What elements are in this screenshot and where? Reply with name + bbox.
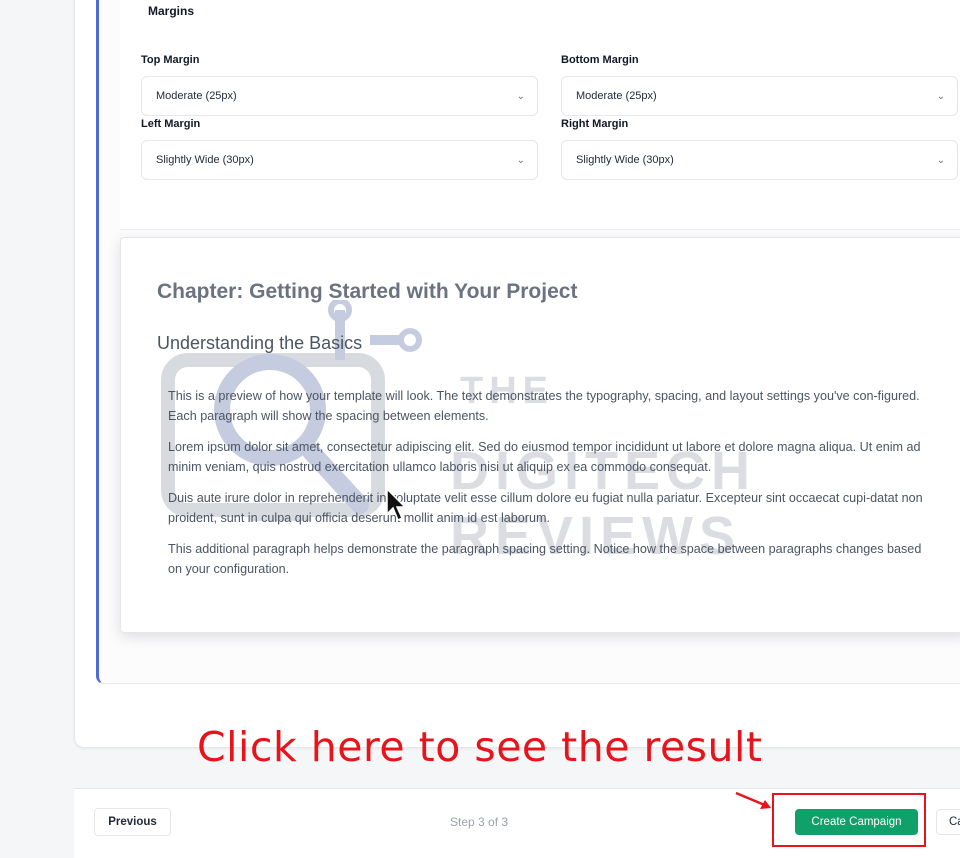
- annotation-highlight-box: [772, 793, 926, 847]
- previous-button[interactable]: Previous: [94, 808, 171, 836]
- step-indicator: Step 3 of 3: [450, 815, 509, 829]
- top-margin-label: Top Margin: [141, 54, 200, 66]
- preview-paragraph: This additional paragraph helps demonstr…: [168, 542, 922, 576]
- chevron-down-icon: ⌄: [516, 154, 525, 166]
- top-margin-value: Moderate (25px): [156, 90, 237, 102]
- bottom-margin-label: Bottom Margin: [561, 54, 639, 66]
- preview-paragraph: Lorem ipsum dolor sit amet, consectetur …: [168, 440, 921, 474]
- mouse-cursor-icon: [386, 488, 407, 522]
- chevron-down-icon: ⌄: [936, 154, 945, 166]
- annotation-text: Click here to see the result: [197, 723, 763, 771]
- left-margin-value: Slightly Wide (30px): [156, 154, 254, 166]
- right-margin-select[interactable]: Slightly Wide (30px) ⌄: [561, 140, 958, 180]
- chevron-down-icon: ⌄: [936, 90, 945, 102]
- preview-heading: Chapter: Getting Started with Your Proje…: [157, 280, 578, 303]
- margins-title: Margins: [148, 4, 195, 18]
- top-margin-select[interactable]: Moderate (25px) ⌄: [141, 76, 538, 116]
- left-margin-select[interactable]: Slightly Wide (30px) ⌄: [141, 140, 538, 180]
- chevron-down-icon: ⌄: [516, 90, 525, 102]
- cancel-button[interactable]: Cancel: [936, 809, 960, 835]
- preview-paragraph: This is a preview of how your template w…: [168, 389, 920, 423]
- bottom-margin-select[interactable]: Moderate (25px) ⌄: [561, 76, 958, 116]
- preview-subheading: Understanding the Basics: [157, 333, 363, 353]
- bottom-margin-value: Moderate (25px): [576, 90, 657, 102]
- preview-paragraph: Duis aute irure dolor in reprehenderit i…: [168, 491, 923, 525]
- right-margin-label: Right Margin: [561, 118, 629, 130]
- left-margin-label: Left Margin: [141, 118, 201, 130]
- right-margin-value: Slightly Wide (30px): [576, 154, 674, 166]
- annotation-arrow-icon: [735, 791, 771, 809]
